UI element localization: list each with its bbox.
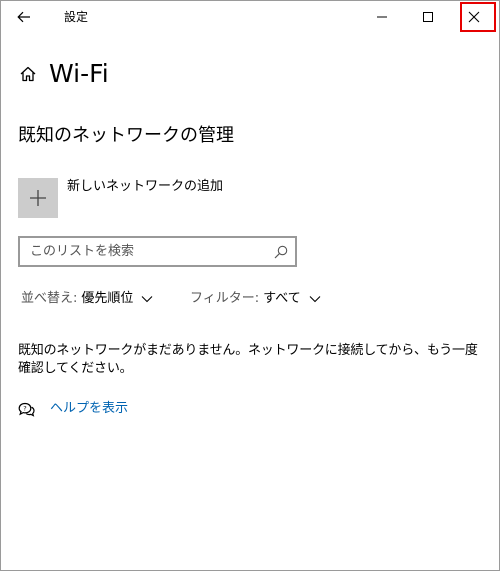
search-input[interactable]: [20, 238, 280, 265]
help-chat-icon: ?: [18, 402, 35, 417]
get-help-link[interactable]: ? ヘルプを表示: [18, 401, 128, 417]
chevron-down-icon: [142, 296, 153, 303]
back-arrow-icon: [17, 11, 30, 23]
page-header: Wi-Fi: [19, 59, 109, 89]
home-icon[interactable]: [19, 65, 37, 83]
empty-list-message: 既知のネットワークがまだありません。ネットワークに接続してから、もう一度確認して…: [18, 343, 478, 376]
minimize-icon: [377, 16, 387, 18]
maximize-button[interactable]: [405, 1, 451, 33]
section-title: 既知のネットワークの管理: [18, 125, 234, 146]
sort-label: 並べ替え:: [21, 291, 78, 306]
add-network-tile[interactable]: [18, 178, 58, 218]
plus-icon: [30, 190, 46, 206]
close-button-highlight: [460, 2, 496, 32]
maximize-icon: [423, 12, 433, 22]
add-network-button[interactable]: 新しいネットワークの追加: [18, 178, 223, 218]
chevron-down-icon: [309, 296, 321, 303]
search-icon[interactable]: [273, 244, 289, 260]
filter-dropdown[interactable]: フィルター: すべて: [190, 291, 321, 307]
get-help-label[interactable]: ヘルプを表示: [50, 401, 128, 417]
back-button[interactable]: [9, 3, 39, 31]
settings-window: 設定 Wi-Fi 既知のネットワークの管理 新しいネットワークの追加 このリスト…: [0, 0, 500, 571]
add-network-label: 新しいネットワークの追加: [67, 179, 224, 194]
title-bar: 設定: [1, 1, 499, 33]
window-title: 設定: [64, 10, 89, 24]
sort-dropdown[interactable]: 並べ替え: 優先順位: [21, 291, 153, 307]
svg-text:?: ?: [23, 404, 26, 412]
search-box[interactable]: [18, 236, 297, 267]
minimize-button[interactable]: [359, 1, 405, 33]
sort-value: 優先順位: [81, 291, 134, 306]
page-title: Wi-Fi: [49, 59, 109, 88]
filter-label: フィルター:: [190, 291, 260, 306]
filter-value: すべて: [263, 291, 301, 306]
